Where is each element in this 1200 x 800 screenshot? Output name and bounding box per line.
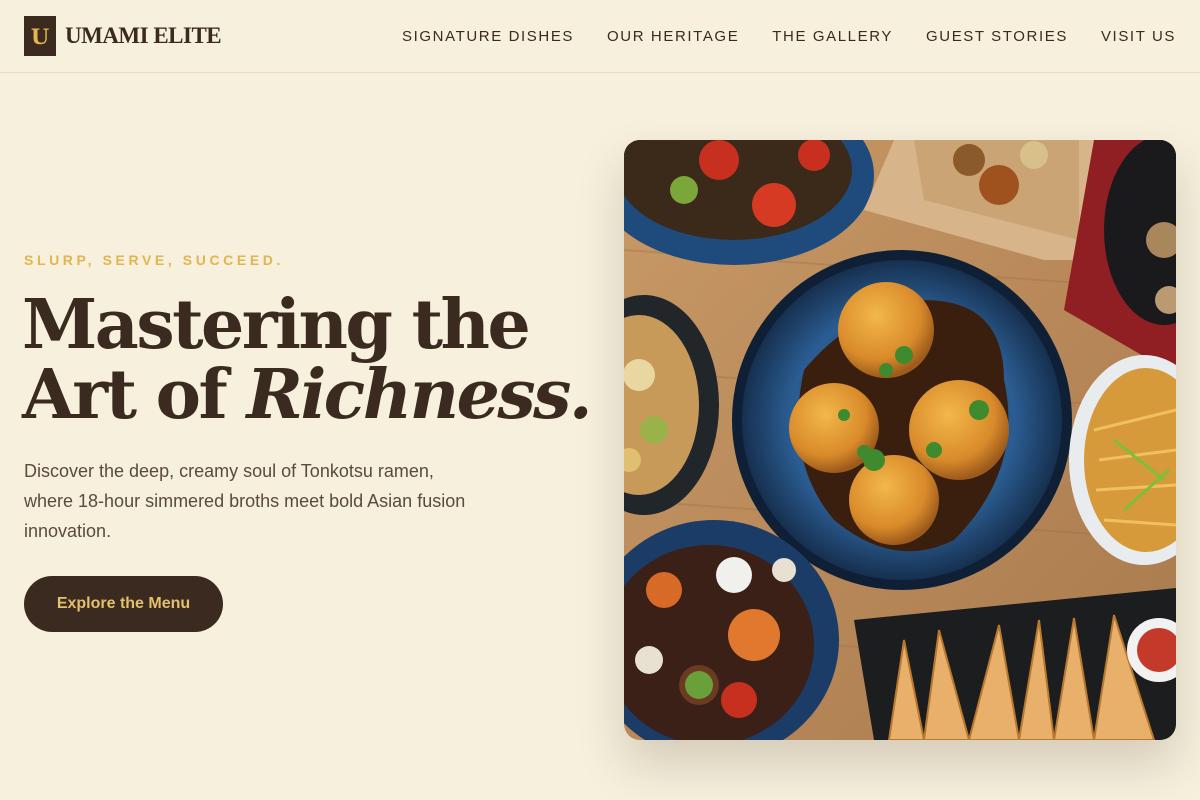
- headline-line-1: Mastering the: [22, 285, 531, 365]
- headline-line-2: Art of: [22, 355, 247, 435]
- hero-headline: Mastering the Art of Richness.: [22, 290, 602, 430]
- main-nav: SIGNATURE DISHES OUR HERITAGE THE GALLER…: [402, 28, 1176, 45]
- hero-description: Discover the deep, creamy soul of Tonkot…: [24, 461, 466, 541]
- nav-signature-dishes[interactable]: SIGNATURE DISHES: [402, 28, 574, 45]
- hero-eyebrow: SLURP, SERVE, SUCCEED.: [24, 252, 284, 268]
- headline-emphasis: Richness.: [246, 355, 592, 435]
- nav-our-heritage[interactable]: OUR HERITAGE: [607, 28, 739, 45]
- site-header: U UMAMI ELITE SIGNATURE DISHES OUR HERIT…: [0, 0, 1200, 73]
- nav-the-gallery[interactable]: THE GALLERY: [772, 28, 893, 45]
- nav-guest-stories[interactable]: GUEST STORIES: [926, 28, 1068, 45]
- brand-mark: U: [24, 16, 56, 56]
- explore-menu-button[interactable]: Explore the Menu: [24, 576, 223, 632]
- brand-logo[interactable]: U UMAMI ELITE: [24, 16, 222, 56]
- hero-food-photo: [624, 140, 1176, 740]
- nav-visit-us[interactable]: VISIT US: [1101, 28, 1176, 45]
- brand-name: UMAMI ELITE: [65, 23, 222, 48]
